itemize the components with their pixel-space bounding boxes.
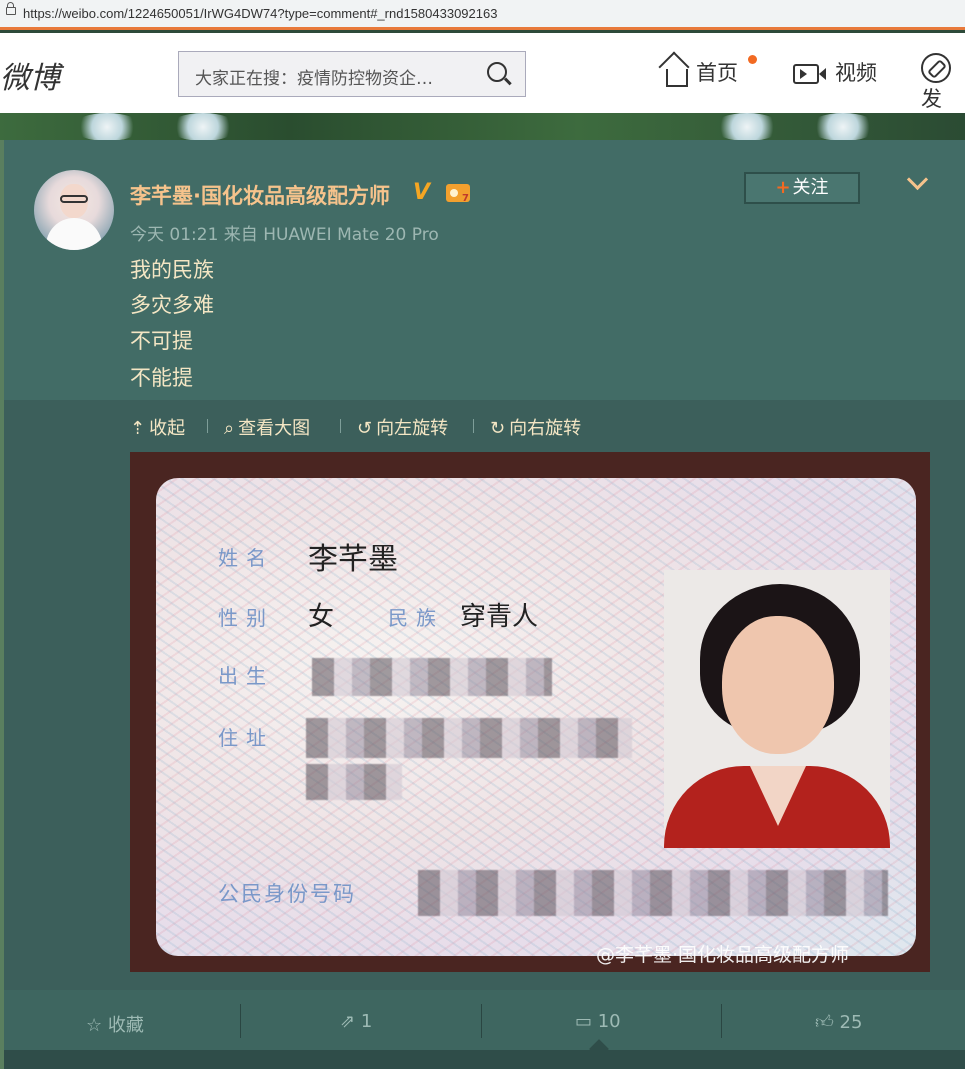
divider xyxy=(207,419,208,433)
thumbs-up-icon: 👍︎ xyxy=(815,1012,840,1033)
search-input[interactable]: 大家正在搜：疫情防控物资企… xyxy=(195,64,433,89)
post-text-line: 多灾多难 xyxy=(130,293,214,317)
rotate-left-icon: ↺ xyxy=(357,418,373,439)
divider xyxy=(473,419,474,433)
divider xyxy=(721,1004,722,1038)
notification-dot xyxy=(748,55,757,64)
redacted-id-number xyxy=(418,870,888,916)
like-count: 25 xyxy=(839,1012,863,1033)
nav-video-label: 视频 xyxy=(835,61,877,85)
rotate-right-button[interactable]: ↻ 向右旋转 xyxy=(490,414,581,440)
nav-video[interactable]: 视频 xyxy=(793,57,877,87)
id-gender-value: 女 xyxy=(308,602,335,632)
weibo-logo[interactable]: 微博 xyxy=(0,53,60,97)
comment-section-top xyxy=(4,1050,965,1069)
like-button[interactable]: 👍︎ 25 xyxy=(815,1011,862,1033)
home-icon xyxy=(666,69,688,87)
id-card: 姓名 李芊墨 性别 女 民族 穿青人 出生 住址 公民身份号码 xyxy=(156,478,916,956)
plus-icon: + xyxy=(775,177,791,198)
repost-count: 1 xyxy=(360,1011,373,1032)
id-address-label: 住址 xyxy=(218,726,274,750)
avatar-coat xyxy=(46,218,102,250)
lock-icon xyxy=(6,2,16,15)
rotate-right-label: 向右旋转 xyxy=(509,418,582,439)
redacted-birth xyxy=(312,658,552,696)
top-navigation: 微博 大家正在搜：疫情防控物资企… 首页 视频 发 xyxy=(0,33,965,113)
post-text-line: 我的民族 xyxy=(130,258,214,282)
id-gender-label: 性别 xyxy=(218,606,274,630)
vip-crown-icon[interactable] xyxy=(446,184,470,204)
rotate-left-button[interactable]: ↺ 向左旋转 xyxy=(357,414,448,440)
id-photo xyxy=(664,570,890,848)
zoom-icon: ⌕ xyxy=(224,418,235,439)
background-flower xyxy=(168,113,238,141)
comment-count: 10 xyxy=(597,1011,621,1032)
favorite-label: 收藏 xyxy=(107,1015,144,1036)
id-birth-label: 出生 xyxy=(218,664,274,688)
comment-button[interactable]: ▭ 10 xyxy=(575,1011,621,1032)
divider xyxy=(481,1004,482,1038)
view-large-button[interactable]: ⌕ 查看大图 xyxy=(224,414,310,440)
divider xyxy=(340,419,341,433)
share-icon: ⇗ xyxy=(340,1011,361,1032)
collapse-label: 收起 xyxy=(149,418,186,439)
comment-icon: ▭ xyxy=(575,1011,598,1032)
nav-discover-label: 发 xyxy=(921,87,942,111)
post-text-line: 不可提 xyxy=(130,329,193,353)
star-icon: ☆ xyxy=(86,1015,108,1036)
search-icon[interactable] xyxy=(487,62,507,82)
avatar-glasses xyxy=(60,195,88,203)
rotate-right-icon: ↻ xyxy=(490,418,506,439)
author-name[interactable]: 李芊墨·国化妆品高级配方师 xyxy=(130,180,390,210)
portrait-face xyxy=(722,616,834,754)
divider xyxy=(240,1004,241,1038)
id-ethnicity-value: 穿青人 xyxy=(460,602,539,632)
nav-discover[interactable]: 发 xyxy=(921,53,965,113)
compass-icon xyxy=(921,53,951,83)
nav-home-label: 首页 xyxy=(696,61,738,85)
id-ethnicity-label: 民族 xyxy=(388,606,444,630)
id-name-label: 姓名 xyxy=(218,546,274,570)
avatar[interactable] xyxy=(34,170,114,250)
redacted-address-line2 xyxy=(306,764,402,800)
post-time-source[interactable]: 今天 01:21 来自 HUAWEI Mate 20 Pro xyxy=(130,220,439,245)
id-number-label: 公民身份号码 xyxy=(218,882,356,906)
background-flower xyxy=(712,113,782,141)
search-box[interactable]: 大家正在搜：疫情防控物资企… xyxy=(178,51,526,97)
url-text[interactable]: https://weibo.com/1224650051/IrWG4DW74?t… xyxy=(23,6,497,21)
post-text-line: 不能提 xyxy=(130,366,193,390)
follow-label: 关注 xyxy=(792,177,829,198)
verified-icon[interactable]: V xyxy=(413,180,430,205)
rotate-left-label: 向左旋转 xyxy=(376,418,449,439)
background-flower xyxy=(72,113,142,141)
nav-home[interactable]: 首页 xyxy=(666,55,757,87)
image-watermark: @李芊墨·国化妆品高级配方师 xyxy=(596,944,850,966)
follow-button[interactable]: + 关注 xyxy=(744,172,860,204)
post-image[interactable]: 姓名 李芊墨 性别 女 民族 穿青人 出生 住址 公民身份号码 @李芊墨·国化妆… xyxy=(130,452,930,972)
id-name-value: 李芊墨 xyxy=(308,542,398,577)
background-flower xyxy=(808,113,878,141)
collapse-icon: ⇡ xyxy=(130,418,146,439)
redacted-address xyxy=(306,718,632,758)
repost-button[interactable]: ⇗ 1 xyxy=(340,1011,372,1032)
collapse-button[interactable]: ⇡ 收起 xyxy=(130,414,185,440)
view-large-label: 查看大图 xyxy=(238,418,311,439)
video-icon xyxy=(793,64,826,84)
browser-address-bar[interactable]: https://weibo.com/1224650051/IrWG4DW74?t… xyxy=(0,0,965,30)
favorite-button[interactable]: ☆ 收藏 xyxy=(86,1011,144,1037)
